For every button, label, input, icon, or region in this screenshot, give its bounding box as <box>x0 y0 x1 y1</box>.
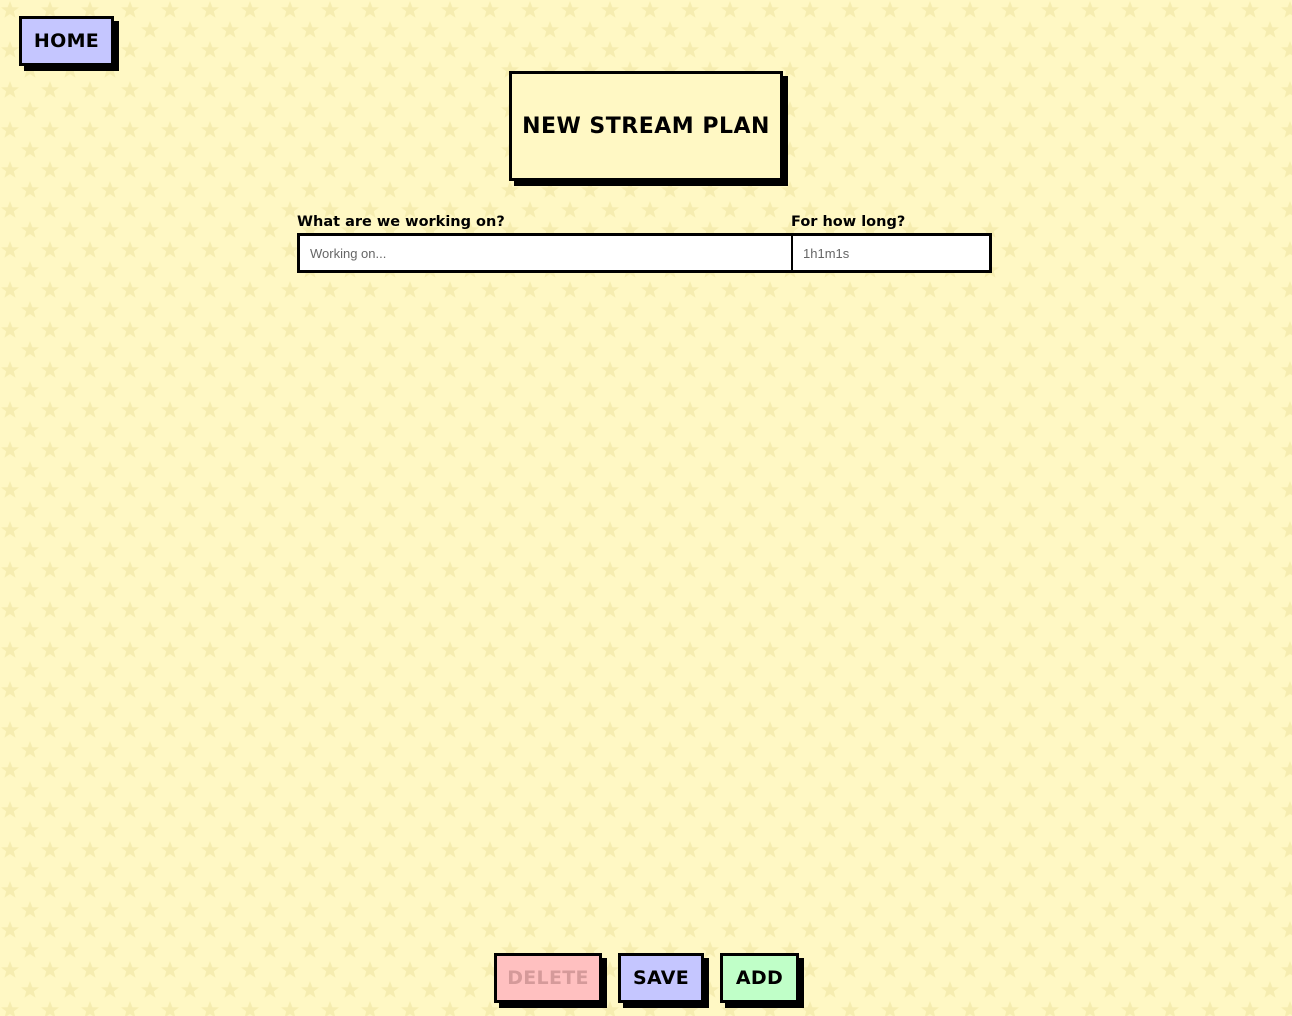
plan-entry-row <box>297 233 992 273</box>
add-button[interactable]: ADD <box>720 953 799 1003</box>
save-button[interactable]: SAVE <box>618 953 704 1003</box>
page-title: NEW STREAM PLAN <box>522 113 770 139</box>
task-input[interactable] <box>300 236 793 270</box>
duration-label: For how long? <box>791 214 906 230</box>
home-button[interactable]: HOME <box>19 16 114 66</box>
delete-button[interactable]: DELETE <box>494 953 602 1003</box>
duration-input[interactable] <box>793 236 989 270</box>
task-label: What are we working on? <box>297 214 505 230</box>
page-title-box: NEW STREAM PLAN <box>509 71 783 181</box>
